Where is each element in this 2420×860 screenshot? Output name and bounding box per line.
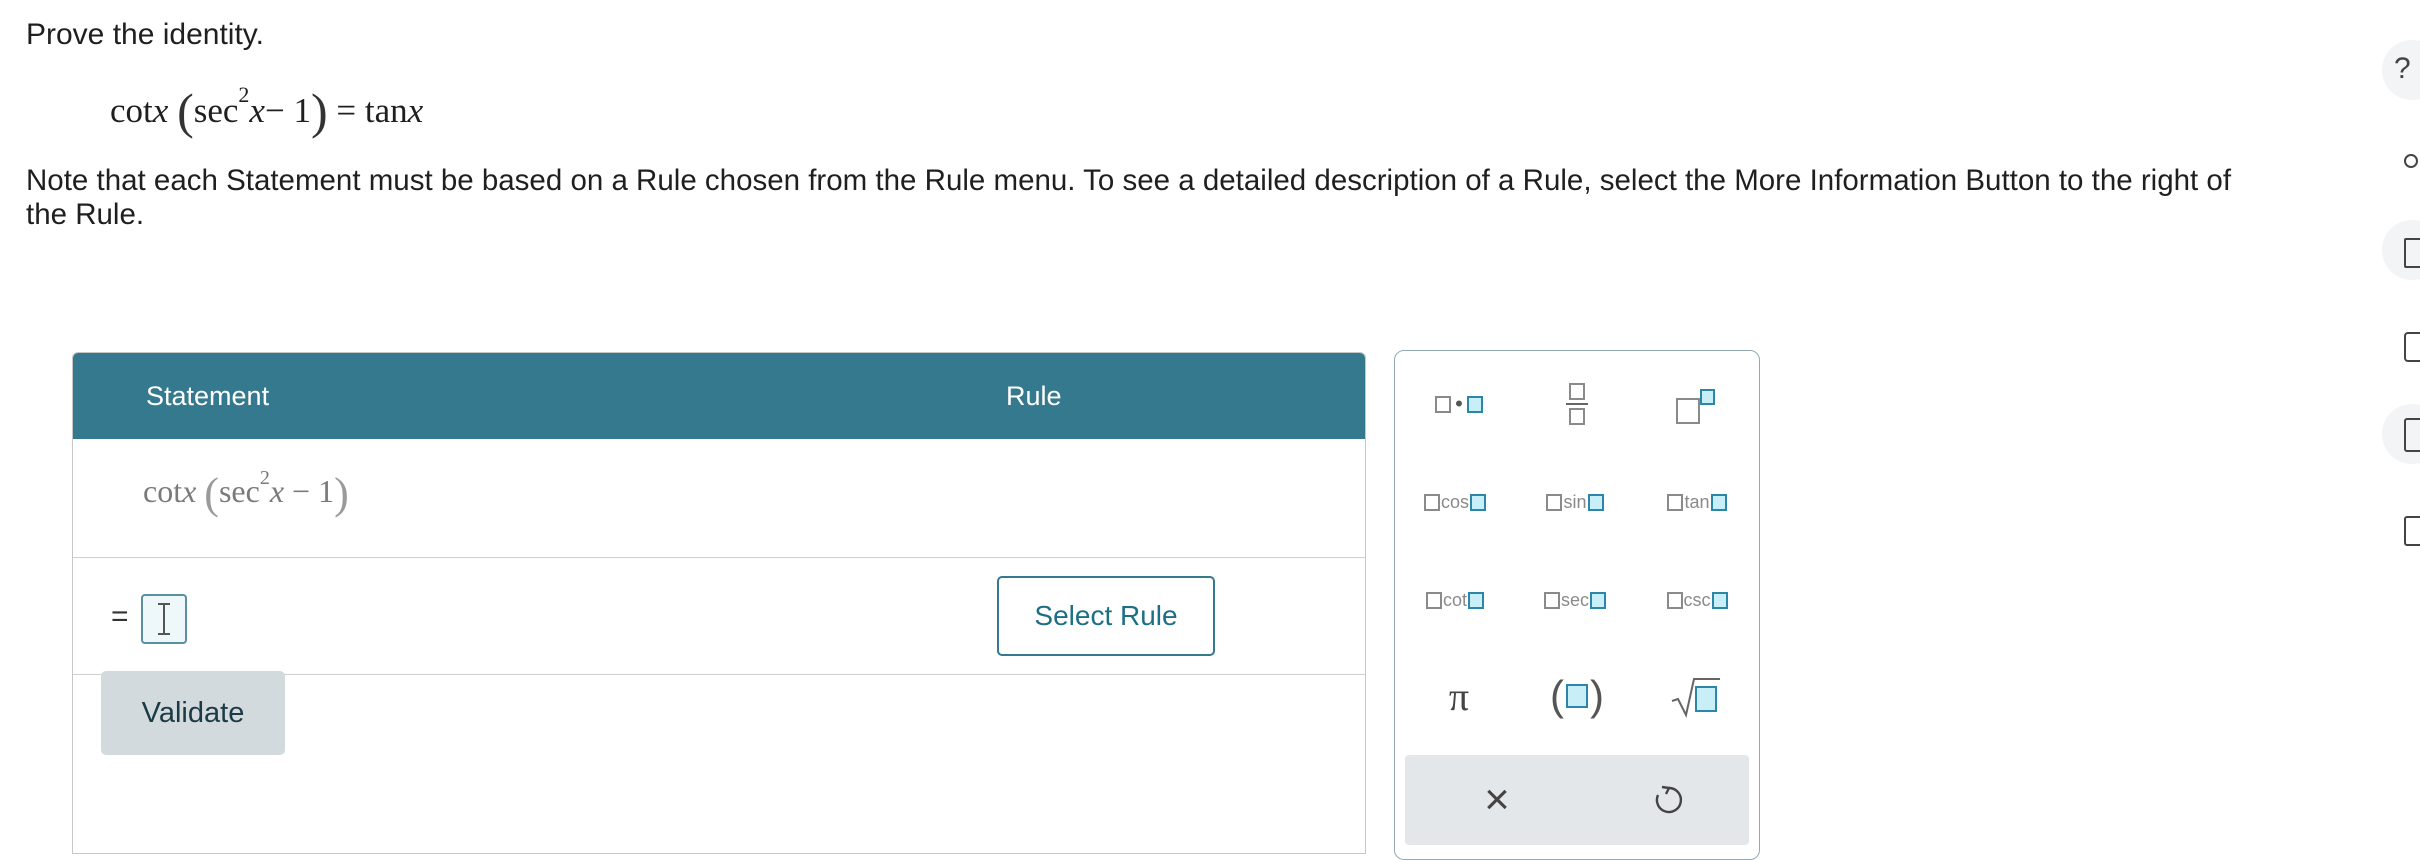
tan-template-button[interactable]: tan: [1647, 467, 1747, 537]
header-statement: Statement: [146, 381, 270, 411]
undo-button[interactable]: [1619, 765, 1719, 835]
palette-action-bar: ×: [1405, 755, 1749, 845]
header-rule: Rule: [1006, 381, 1062, 411]
identity-rhs-fn: tan: [364, 91, 408, 130]
identity-minus-one: − 1: [264, 91, 311, 130]
link-icon[interactable]: [2382, 132, 2420, 192]
table-header: Statement Rule: [73, 353, 1365, 439]
math-palette: • cos sin tan cot sec csc π () ×: [1394, 350, 1760, 860]
times-template-button[interactable]: •: [1409, 369, 1509, 439]
clear-button[interactable]: ×: [1447, 765, 1547, 835]
equals-sign: =: [111, 600, 129, 633]
power-template-button[interactable]: [1645, 369, 1745, 439]
calculator-icon[interactable]: [2382, 404, 2420, 464]
video-icon[interactable]: [2382, 316, 2420, 376]
identity-equals: =: [336, 91, 357, 130]
question-prompt: Prove the identity.: [26, 18, 264, 51]
identity-inner-fn: sec: [193, 91, 239, 130]
validate-button[interactable]: Validate: [101, 671, 285, 755]
pi-button[interactable]: π: [1409, 661, 1509, 731]
identity-lhs-fn: cot: [110, 91, 153, 130]
sin-template-button[interactable]: sin: [1525, 467, 1625, 537]
statement-input[interactable]: [141, 594, 187, 644]
message-icon[interactable]: [2382, 500, 2420, 560]
textbook-icon[interactable]: [2382, 220, 2420, 280]
table-row: = Select Rule: [73, 558, 1365, 675]
statement-expression: cotx (sec2x − 1): [143, 467, 349, 518]
proof-table: Statement Rule cotx (sec2x − 1) = Select…: [72, 352, 1366, 854]
close-icon: ×: [1484, 775, 1510, 824]
cos-template-button[interactable]: cos: [1405, 467, 1505, 537]
parentheses-template-button[interactable]: (): [1527, 661, 1627, 731]
undo-icon: [1655, 785, 1683, 814]
sec-template-button[interactable]: sec: [1525, 565, 1625, 635]
table-row: cotx (sec2x − 1): [73, 439, 1365, 558]
instructions-note: Note that each Statement must be based o…: [26, 164, 2232, 231]
csc-template-button[interactable]: csc: [1647, 565, 1747, 635]
identity-var: x: [152, 91, 169, 130]
cot-template-button[interactable]: cot: [1405, 565, 1505, 635]
fraction-template-button[interactable]: [1527, 369, 1627, 439]
identity-equation: cotx (sec2x− 1) = tanx: [110, 82, 424, 139]
sqrt-icon: [1671, 678, 1720, 718]
select-rule-button[interactable]: Select Rule: [997, 576, 1215, 656]
identity-exponent: 2: [238, 82, 250, 107]
sqrt-template-button[interactable]: [1645, 661, 1745, 731]
help-icon[interactable]: ?: [2382, 40, 2420, 100]
